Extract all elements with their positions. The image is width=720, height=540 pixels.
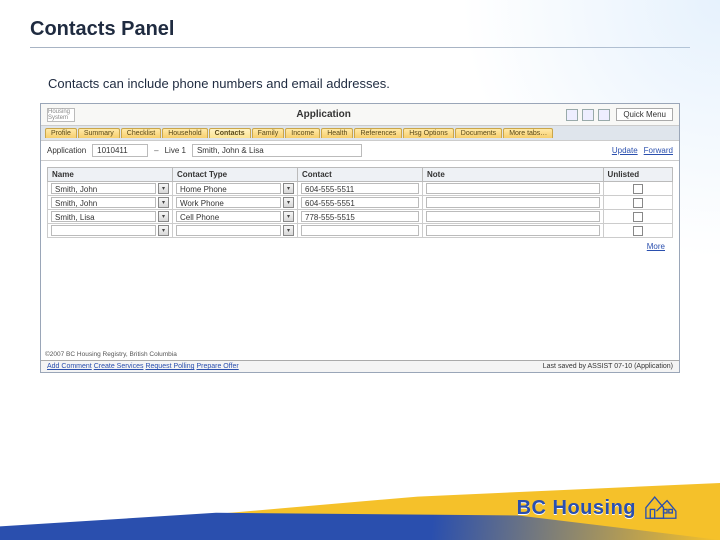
chevron-down-icon[interactable]: ▾: [283, 211, 294, 222]
col-header-note: Note: [423, 168, 604, 182]
more-link[interactable]: More: [647, 242, 665, 251]
col-header-type: Contact Type: [173, 168, 298, 182]
name-select[interactable]: Smith, John: [51, 197, 156, 208]
app-topbar: Housing System Application Quick Menu: [41, 104, 679, 126]
col-header-unlisted: Unlisted: [603, 168, 672, 182]
table-row: Smith, Lisa▾Cell Phone▾778-555-5515: [48, 210, 673, 224]
print-icon[interactable]: [582, 109, 594, 121]
status-bar: Add Comment Create Services Request Poll…: [41, 360, 679, 372]
title-rule: [30, 47, 690, 48]
update-link[interactable]: Update: [612, 146, 638, 155]
note-input[interactable]: [426, 197, 600, 208]
slide-subtitle: Contacts can include phone numbers and e…: [0, 76, 720, 99]
slide-title: Contacts Panel: [0, 0, 720, 47]
chevron-down-icon[interactable]: ▾: [158, 197, 169, 208]
breadcrumb-label: Application: [47, 146, 86, 155]
contact-input[interactable]: 604-555-5551: [301, 197, 419, 208]
contacts-grid: Name Contact Type Contact Note Unlisted …: [47, 167, 673, 238]
application-id-input[interactable]: 1010411: [92, 144, 148, 157]
applicant-name-display: Smith, John & Lisa: [192, 144, 362, 157]
note-input[interactable]: [426, 183, 600, 194]
breadcrumb-bar: Application 1010411 – Live 1 Smith, John…: [41, 141, 679, 161]
col-header-name: Name: [48, 168, 173, 182]
tab-checklist[interactable]: Checklist: [121, 128, 161, 138]
chevron-down-icon[interactable]: ▾: [283, 183, 294, 194]
tab-contacts[interactable]: Contacts: [209, 128, 251, 138]
chevron-down-icon[interactable]: ▾: [158, 183, 169, 194]
forward-link[interactable]: Forward: [644, 146, 673, 155]
logo-text: BC Housing: [517, 497, 636, 520]
tab-household[interactable]: Household: [162, 128, 207, 138]
chevron-down-icon[interactable]: ▾: [158, 225, 169, 236]
unlisted-checkbox[interactable]: [633, 184, 643, 194]
col-header-contact: Contact: [298, 168, 423, 182]
contact-type-select[interactable]: [176, 225, 281, 236]
name-select[interactable]: Smith, John: [51, 183, 156, 194]
status-link-request-polling[interactable]: Request Polling: [145, 363, 194, 370]
table-row: Smith, John▾Home Phone▾604-555-5511: [48, 182, 673, 196]
close-icon[interactable]: [598, 109, 610, 121]
table-row: ▾▾: [48, 224, 673, 238]
unlisted-checkbox[interactable]: [633, 212, 643, 222]
status-right: Last saved by ASSIST 07-10 (Application): [543, 363, 673, 370]
table-row: Smith, John▾Work Phone▾604-555-5551: [48, 196, 673, 210]
chevron-down-icon[interactable]: ▾: [158, 211, 169, 222]
chevron-down-icon[interactable]: ▾: [283, 197, 294, 208]
app-title: Application: [81, 109, 566, 120]
note-input[interactable]: [426, 211, 600, 222]
tab-row: ProfileSummaryChecklistHouseholdContacts…: [41, 126, 679, 141]
house-icon: [642, 490, 678, 520]
contact-type-select[interactable]: Work Phone: [176, 197, 281, 208]
name-select[interactable]: Smith, Lisa: [51, 211, 156, 222]
tab-family[interactable]: Family: [252, 128, 285, 138]
tab-summary[interactable]: Summary: [78, 128, 120, 138]
note-input[interactable]: [426, 225, 600, 236]
help-icon[interactable]: [566, 109, 578, 121]
contact-input[interactable]: 778-555-5515: [301, 211, 419, 222]
contact-type-select[interactable]: Cell Phone: [176, 211, 281, 222]
quick-menu-button[interactable]: Quick Menu: [616, 108, 673, 121]
copyright-text: ©2007 BC Housing Registry, British Colum…: [45, 351, 177, 358]
application-screenshot: Housing System Application Quick Menu Pr…: [40, 103, 680, 373]
name-select[interactable]: [51, 225, 156, 236]
tab-references[interactable]: References: [354, 128, 402, 138]
breadcrumb-separator: –: [154, 146, 158, 155]
tab-income[interactable]: Income: [285, 128, 320, 138]
contact-input[interactable]: [301, 225, 419, 236]
app-brand-icon: Housing System: [47, 108, 75, 122]
unlisted-checkbox[interactable]: [633, 198, 643, 208]
contact-input[interactable]: 604-555-5511: [301, 183, 419, 194]
contact-type-select[interactable]: Home Phone: [176, 183, 281, 194]
chevron-down-icon[interactable]: ▾: [283, 225, 294, 236]
application-seq: Live 1: [165, 146, 186, 155]
status-link-create-services[interactable]: Create Services: [94, 363, 144, 370]
tab-more-tabs-[interactable]: More tabs…: [503, 128, 553, 138]
unlisted-checkbox[interactable]: [633, 226, 643, 236]
tab-documents[interactable]: Documents: [455, 128, 502, 138]
bc-housing-logo: BC Housing: [517, 490, 678, 520]
tab-profile[interactable]: Profile: [45, 128, 77, 138]
topbar-icon-group: [566, 109, 610, 121]
tab-hsg-options[interactable]: Hsg Options: [403, 128, 454, 138]
status-link-prepare-offer[interactable]: Prepare Offer: [196, 363, 238, 370]
status-link-add-comment[interactable]: Add Comment: [47, 363, 92, 370]
tab-health[interactable]: Health: [321, 128, 353, 138]
